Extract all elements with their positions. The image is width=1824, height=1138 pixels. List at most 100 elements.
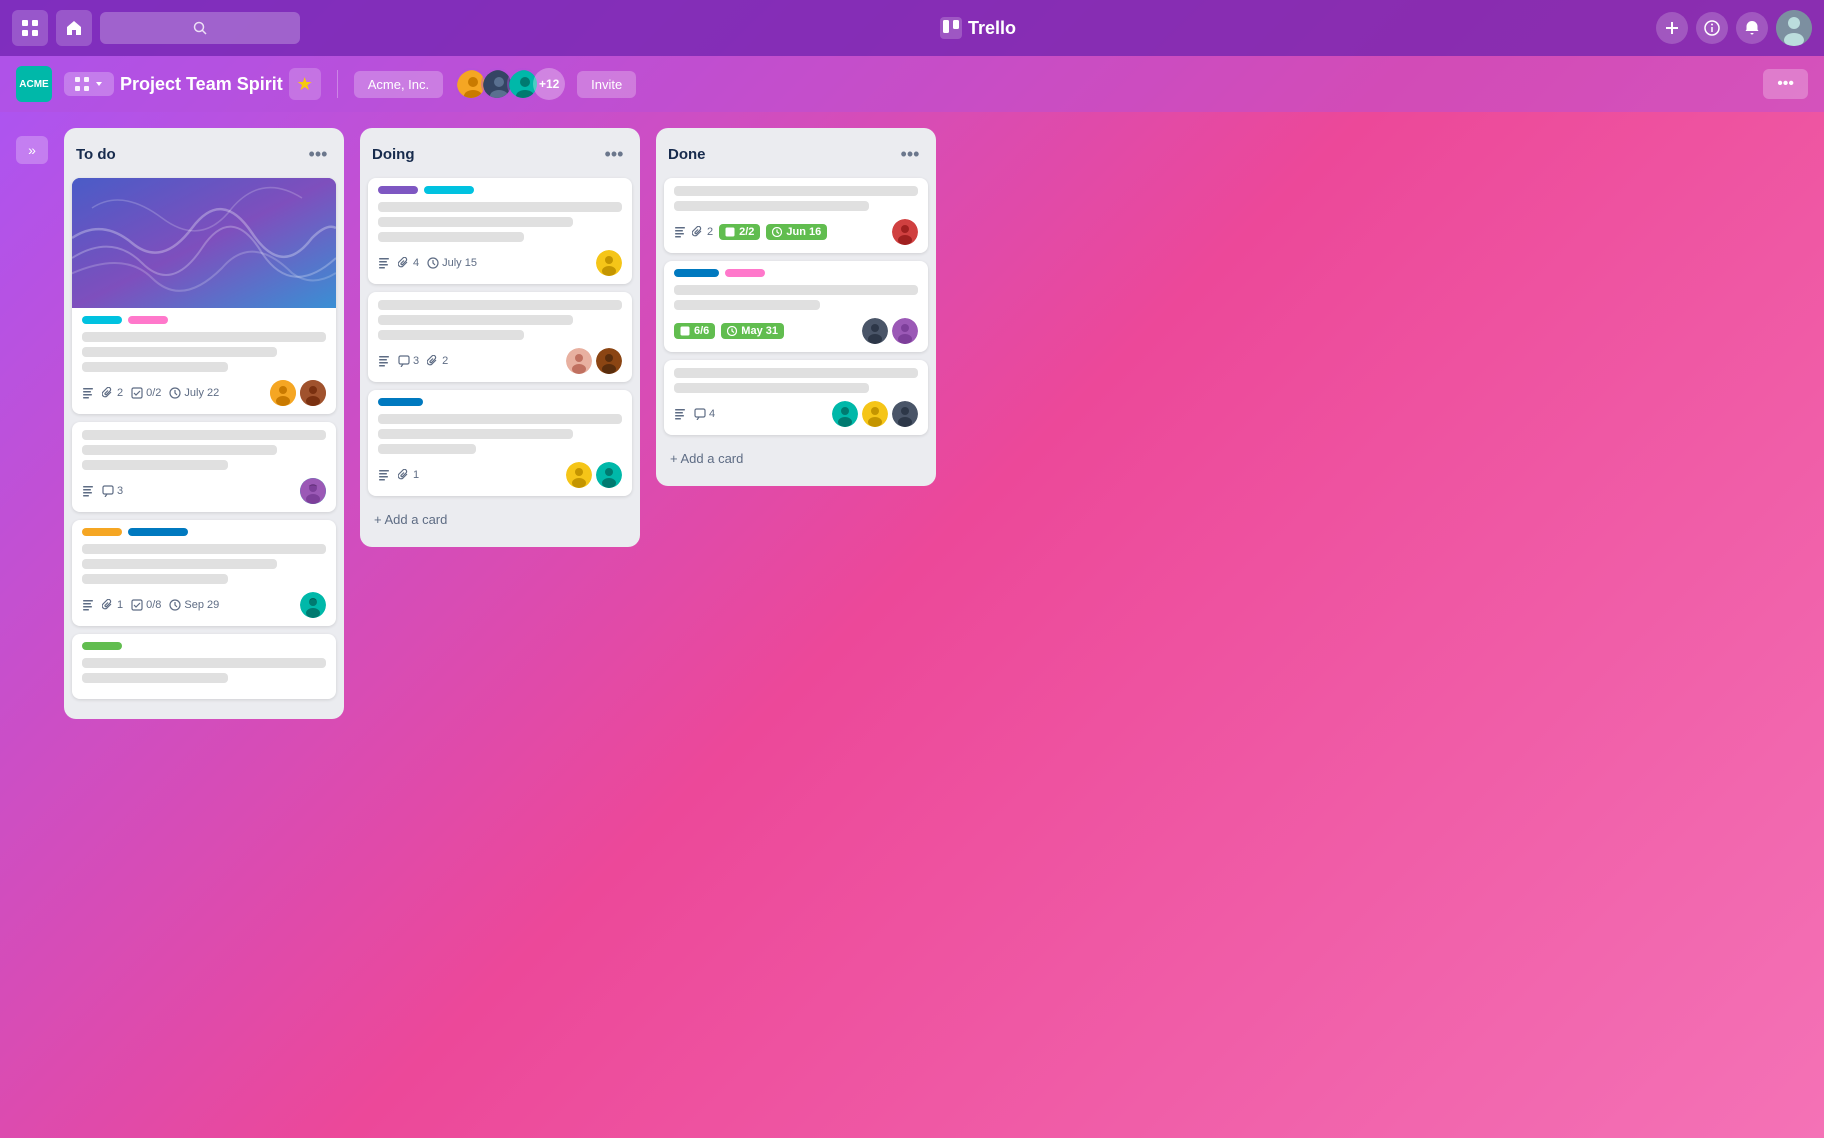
card-meta: 2 2/2 Jun 16 <box>674 219 918 245</box>
board-header: ACME Project Team Spirit ★ Acme, Inc. <box>0 56 1824 112</box>
divider <box>337 70 338 98</box>
card-tags <box>378 398 622 406</box>
card-body: 2 2/2 Jun 16 <box>664 178 928 253</box>
meta-description <box>378 257 390 269</box>
member-count-badge[interactable]: +12 <box>533 68 565 100</box>
card-avatars <box>862 318 918 344</box>
card-body: 4 July 15 <box>368 178 632 284</box>
due-badge: Jun 16 <box>766 224 827 240</box>
list-menu-done[interactable]: ••• <box>896 140 924 168</box>
sidebar-toggle-area: » <box>16 128 48 164</box>
card-tags <box>82 316 326 324</box>
meta-comments: 3 <box>102 485 123 497</box>
card-meta: 1 <box>378 462 622 488</box>
card-body: 1 <box>368 390 632 496</box>
nav-right-actions <box>1656 10 1812 46</box>
notifications-button[interactable] <box>1736 12 1768 44</box>
search-bar[interactable] <box>100 12 300 44</box>
card-todo-2[interactable]: 3 <box>72 422 336 512</box>
text-line <box>82 362 228 372</box>
tag-blue <box>674 269 719 277</box>
meta-checklist-value: 0/8 <box>146 599 161 611</box>
meta-checklist: 0/2 <box>131 387 161 399</box>
text-line <box>674 300 820 310</box>
card-doing-1[interactable]: 4 July 15 <box>368 178 632 284</box>
board-type-button[interactable] <box>64 72 114 96</box>
text-line <box>82 460 228 470</box>
card-todo-4[interactable] <box>72 634 336 699</box>
text-line <box>82 544 326 554</box>
text-line <box>378 414 622 424</box>
apps-button[interactable] <box>12 10 48 46</box>
text-line <box>378 300 622 310</box>
create-button[interactable] <box>1656 12 1688 44</box>
text-line <box>82 559 277 569</box>
card-done-1[interactable]: 2 2/2 Jun 16 <box>664 178 928 253</box>
card-avatars <box>300 478 326 504</box>
user-avatar[interactable] <box>1776 10 1812 46</box>
text-line <box>674 285 918 295</box>
card-todo-1[interactable]: 2 0/2 July 22 <box>72 178 336 414</box>
workspace-button[interactable]: Acme, Inc. <box>354 71 443 98</box>
board-name-area: Project Team Spirit ★ <box>64 68 321 100</box>
add-card-doing[interactable]: + Add a card <box>368 504 632 535</box>
card-avatars <box>832 401 918 427</box>
member-avatars: +12 <box>455 68 565 100</box>
top-nav: Trello <box>0 0 1824 56</box>
meta-description <box>82 387 94 399</box>
meta-due-date: Sep 29 <box>184 599 219 611</box>
meta-comments-count: 4 <box>709 408 715 420</box>
due-badge: May 31 <box>721 323 784 339</box>
checklist-badge: 2/2 <box>719 224 760 240</box>
star-button[interactable]: ★ <box>289 68 321 100</box>
invite-button[interactable]: Invite <box>577 71 636 98</box>
text-line <box>82 347 277 357</box>
meta-attachments: 1 <box>398 469 419 481</box>
card-text <box>82 332 326 372</box>
more-options-button[interactable]: ••• <box>1763 69 1808 99</box>
card-tags <box>82 528 326 536</box>
tag-purple <box>378 186 418 194</box>
meta-description <box>378 355 390 367</box>
text-line <box>378 232 524 242</box>
card-tags <box>378 186 622 194</box>
sidebar-toggle-button[interactable]: » <box>16 136 48 164</box>
card-avatars <box>892 219 918 245</box>
card-meta: 3 <box>82 478 326 504</box>
add-card-done[interactable]: + Add a card <box>664 443 928 474</box>
info-button[interactable] <box>1696 12 1728 44</box>
meta-comments: 3 <box>398 355 419 367</box>
text-line <box>674 186 918 196</box>
meta-description <box>82 599 94 611</box>
card-doing-3[interactable]: 1 <box>368 390 632 496</box>
tag-teal <box>82 316 122 324</box>
card-meta: 4 <box>674 401 918 427</box>
card-text <box>674 285 918 310</box>
avatar-brown <box>300 380 326 406</box>
list-title-doing: Doing <box>372 146 415 163</box>
meta-description <box>82 485 94 497</box>
list-menu-todo[interactable]: ••• <box>304 140 332 168</box>
meta-due-date: July 15 <box>442 257 477 269</box>
card-text <box>378 202 622 242</box>
tag-pink <box>128 316 168 324</box>
checklist-badge-value: 6/6 <box>694 325 709 337</box>
meta-due: Sep 29 <box>169 599 219 611</box>
due-badge-value: May 31 <box>741 325 778 337</box>
text-line <box>82 332 326 342</box>
avatar-dark <box>300 592 326 618</box>
meta-attach-count: 2 <box>707 226 713 238</box>
list-header-todo: To do ••• <box>72 140 336 178</box>
card-image <box>72 178 336 308</box>
avatar-orange <box>270 380 296 406</box>
list-menu-doing[interactable]: ••• <box>600 140 628 168</box>
text-line <box>378 330 524 340</box>
card-done-3[interactable]: 4 <box>664 360 928 435</box>
card-done-2[interactable]: 6/6 May 31 <box>664 261 928 352</box>
board-title: Project Team Spirit <box>120 74 283 95</box>
home-button[interactable] <box>56 10 92 46</box>
avatar-teal2 <box>832 401 858 427</box>
card-doing-2[interactable]: 3 2 <box>368 292 632 382</box>
tag-yellow <box>82 528 122 536</box>
card-todo-3[interactable]: 1 0/8 Sep 29 <box>72 520 336 626</box>
